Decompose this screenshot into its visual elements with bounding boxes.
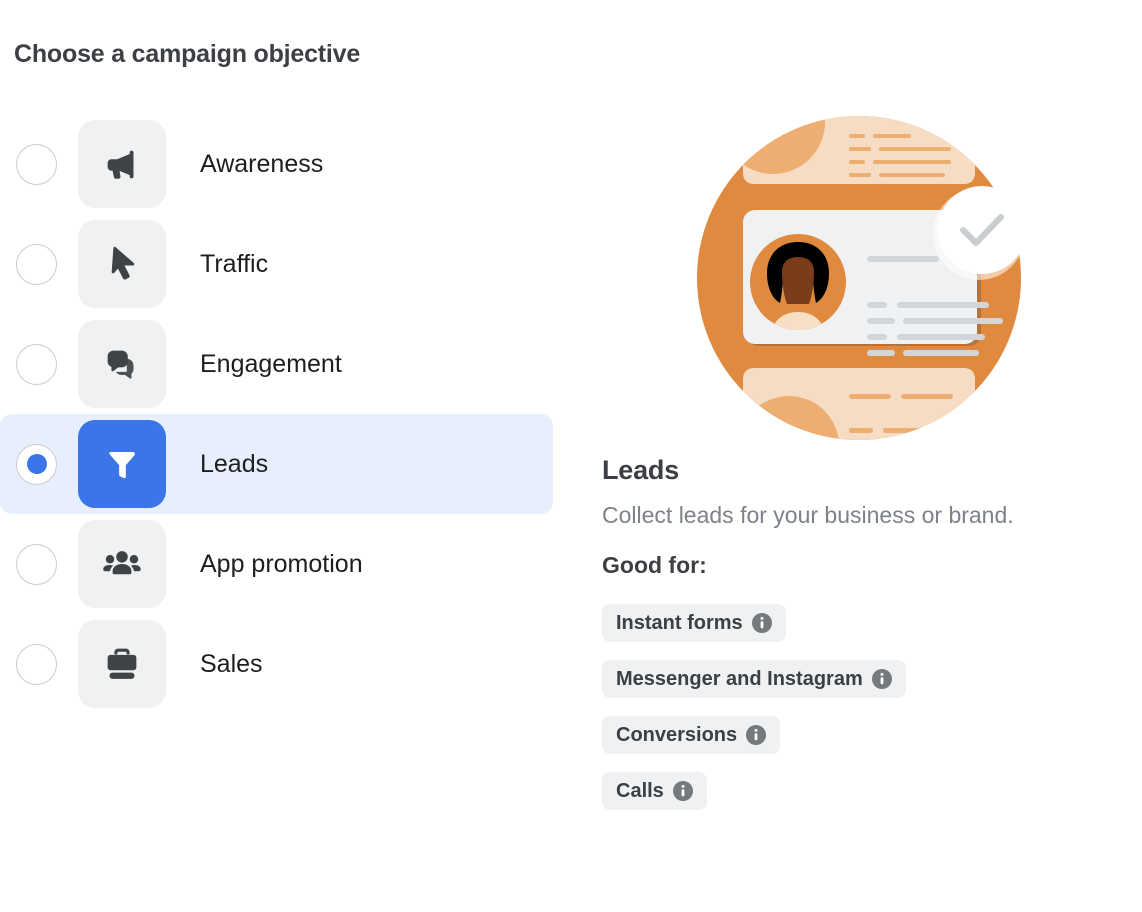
lead-form-card-illustration	[697, 116, 1026, 440]
radio-leads[interactable]	[16, 443, 57, 485]
objective-row-app-promotion[interactable]: App promotion	[0, 514, 553, 614]
cursor-icon	[78, 220, 166, 308]
objective-row-awareness[interactable]: Awareness	[0, 114, 553, 214]
info-icon[interactable]	[672, 781, 693, 801]
info-icon[interactable]	[746, 725, 767, 745]
radio-awareness[interactable]	[16, 143, 57, 185]
objective-label: Engagement	[200, 349, 342, 378]
chip-label: Messenger and Instagram	[616, 667, 863, 690]
chat-bubbles-icon	[78, 320, 166, 408]
chip-messenger-and-instagram[interactable]: Messenger and Instagram	[602, 660, 906, 698]
detail-title: Leads	[602, 455, 680, 485]
funnel-icon	[78, 420, 166, 508]
chip-label: Calls	[616, 779, 664, 802]
chip-label: Instant forms	[616, 611, 743, 634]
page-title: Choose a campaign objective	[14, 40, 361, 68]
objective-row-engagement[interactable]: Engagement	[0, 314, 553, 414]
people-icon	[78, 520, 166, 608]
info-icon[interactable]	[871, 669, 892, 689]
radio-traffic[interactable]	[16, 243, 57, 285]
briefcase-icon	[78, 620, 166, 708]
megaphone-icon	[78, 120, 166, 208]
chip-calls[interactable]: Calls	[602, 772, 707, 810]
objective-label: Awareness	[200, 149, 324, 178]
chip-instant-forms[interactable]: Instant forms	[602, 604, 786, 642]
chip-label: Conversions	[616, 723, 738, 746]
radio-engagement[interactable]	[16, 343, 57, 385]
radio-app-promotion[interactable]	[16, 543, 57, 585]
objective-row-traffic[interactable]: Traffic	[0, 214, 553, 314]
detail-description: Collect leads for your business or brand…	[602, 502, 1014, 528]
campaign-objective-list: Awareness Traffic Engagement Leads App p…	[0, 114, 560, 714]
objective-row-leads[interactable]: Leads	[0, 414, 553, 514]
radio-sales[interactable]	[16, 643, 57, 685]
info-icon[interactable]	[751, 613, 772, 633]
objective-row-sales[interactable]: Sales	[0, 614, 553, 714]
objective-label: App promotion	[200, 549, 363, 578]
objective-label: Sales	[200, 649, 263, 678]
objective-label: Traffic	[200, 249, 269, 278]
chip-conversions[interactable]: Conversions	[602, 716, 781, 754]
good-for-label: Good for:	[602, 552, 707, 578]
objective-label: Leads	[200, 449, 269, 478]
good-for-chip-list: Instant forms Messenger and Instagram Co…	[602, 604, 906, 810]
